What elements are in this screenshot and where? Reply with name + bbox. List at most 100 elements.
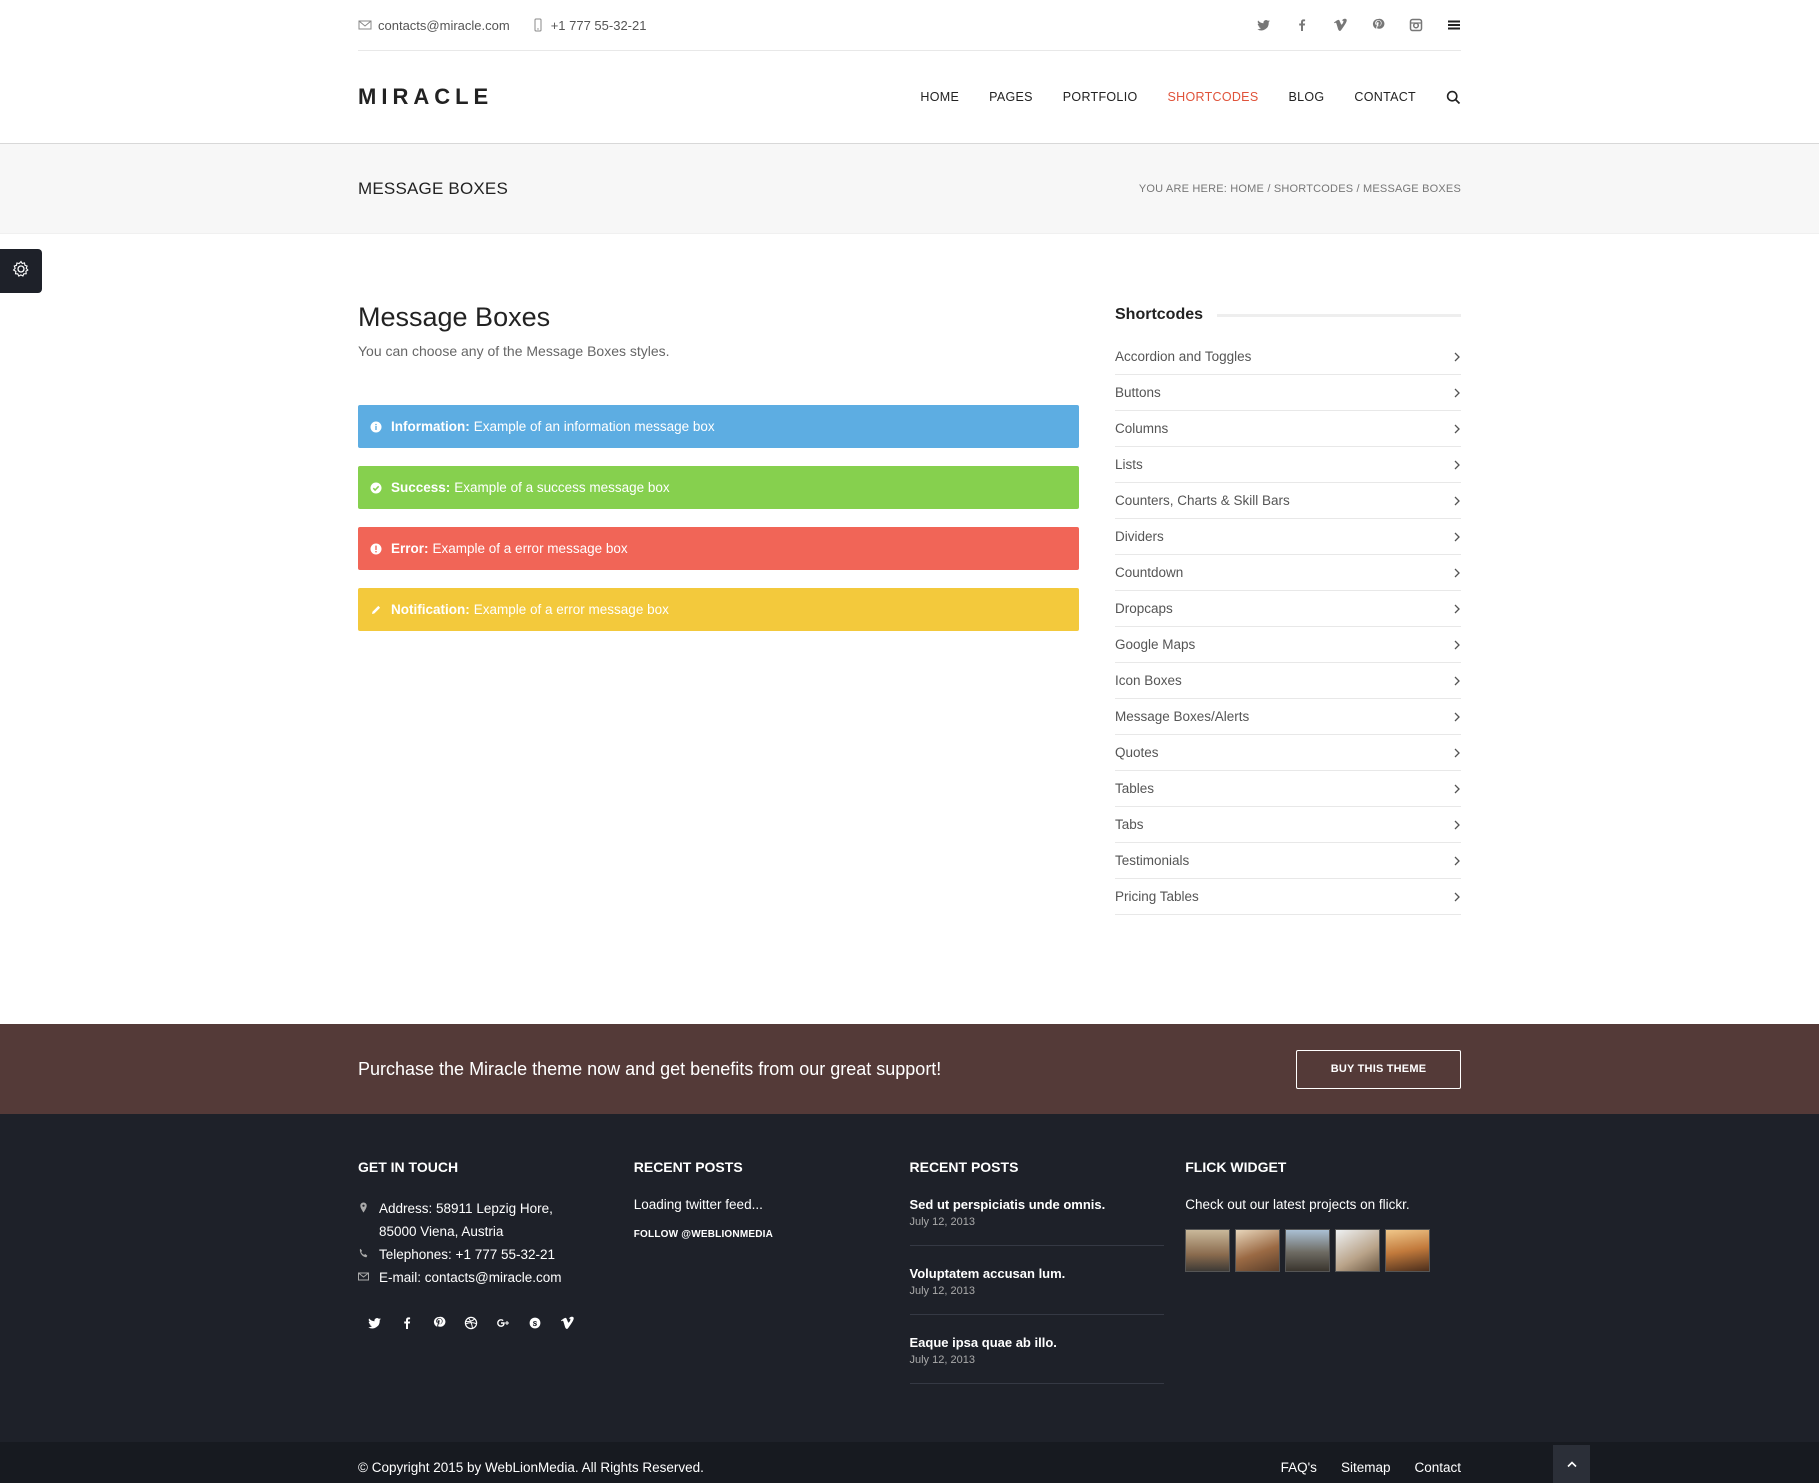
sidebar-link[interactable]: Dividers — [1115, 519, 1461, 555]
post-item[interactable]: Voluptatem accusan lum. July 12, 2013 — [909, 1266, 1164, 1315]
error-icon — [370, 543, 382, 555]
nav-home[interactable]: HOME — [920, 90, 959, 104]
chevron-right-icon — [1453, 676, 1461, 686]
flickr-thumbnail[interactable] — [1235, 1229, 1281, 1272]
sidebar-link[interactable]: Dropcaps — [1115, 591, 1461, 627]
sidebar-link-label: Dividers — [1115, 529, 1164, 544]
chevron-right-icon — [1453, 640, 1461, 650]
flickr-thumbnail[interactable] — [1185, 1229, 1231, 1272]
sidebar-link[interactable]: Message Boxes/Alerts — [1115, 699, 1461, 735]
flickr-thumbnail[interactable] — [1335, 1229, 1381, 1272]
chevron-right-icon — [1453, 604, 1461, 614]
content-area: Message Boxes You can choose any of the … — [358, 302, 1079, 1024]
twitter-icon[interactable] — [368, 1316, 382, 1330]
sidebar-link[interactable]: Buttons — [1115, 375, 1461, 411]
nav-blog[interactable]: BLOG — [1288, 90, 1324, 104]
post-title[interactable]: Voluptatem accusan lum. — [910, 1266, 1164, 1281]
post-item[interactable]: Eaque ipsa quae ab illo. July 12, 2013 — [909, 1335, 1164, 1384]
footer-flickr: FLICK WIDGET Check out our latest projec… — [1185, 1159, 1461, 1404]
chevron-right-icon — [1453, 424, 1461, 434]
top-email[interactable]: contacts@miracle.com — [378, 18, 510, 33]
search-icon[interactable] — [1446, 90, 1461, 105]
footer-email[interactable]: E-mail: contacts@miracle.com — [379, 1266, 562, 1289]
page-title: MESSAGE BOXES — [358, 179, 508, 198]
envelope-icon — [358, 18, 372, 32]
notification-label: Notification: — [391, 602, 470, 617]
sidebar-link[interactable]: Tabs — [1115, 807, 1461, 843]
sidebar-link-label: Message Boxes/Alerts — [1115, 709, 1250, 724]
twitter-feed-status: Loading twitter feed... — [633, 1197, 763, 1212]
follow-link[interactable]: FOLLOW @WEBLIONMEDIA — [634, 1229, 910, 1240]
contact-link[interactable]: Contact — [1414, 1460, 1461, 1475]
footer-phone: Telephones: +1 777 55-32-21 — [379, 1247, 556, 1262]
post-date: July 12, 2013 — [909, 1285, 975, 1297]
flickr-thumbnails — [1185, 1229, 1461, 1272]
sitemap-link[interactable]: Sitemap — [1341, 1460, 1391, 1475]
skype-icon[interactable] — [528, 1316, 542, 1330]
notification-message-box: Notification: Example of a error message… — [358, 588, 1079, 631]
sidebar-link-label: Icon Boxes — [1115, 673, 1182, 688]
error-label: Error: — [391, 541, 429, 556]
chevron-right-icon — [1453, 892, 1461, 902]
sidebar-link[interactable]: Columns — [1115, 411, 1461, 447]
logo[interactable]: MIRACLE — [358, 84, 493, 110]
shortcodes-list: Accordion and Toggles Buttons Columns Lists… — [1115, 339, 1461, 915]
sidebar-link-label: Buttons — [1115, 385, 1161, 400]
sidebar-link[interactable]: Pricing Tables — [1115, 879, 1461, 915]
sidebar-link-label: Google Maps — [1115, 637, 1196, 652]
top-bar: contacts@miracle.com +1 777 55-32-21 — [0, 0, 1819, 51]
breadcrumb[interactable]: YOU ARE HERE: HOME / SHORTCODES / MESSAG… — [1139, 183, 1461, 195]
chevron-right-icon — [1453, 820, 1461, 830]
success-label: Success: — [391, 480, 451, 495]
nav-portfolio[interactable]: PORTFOLIO — [1063, 90, 1138, 104]
google-plus-icon[interactable] — [496, 1316, 510, 1330]
address-line-2: 85000 Viena, Austria — [379, 1224, 504, 1239]
pinterest-icon[interactable] — [1371, 18, 1385, 32]
flickr-thumbnail[interactable] — [1285, 1229, 1331, 1272]
chevron-right-icon — [1453, 352, 1461, 362]
post-item[interactable]: Sed ut perspiciatis unde omnis. July 12,… — [909, 1197, 1164, 1246]
success-text: Example of a success message box — [454, 480, 670, 495]
pinterest-icon[interactable] — [432, 1316, 446, 1330]
sidebar-link[interactable]: Counters, Charts & Skill Bars — [1115, 483, 1461, 519]
sidebar-link[interactable]: Google Maps — [1115, 627, 1461, 663]
sidebar-link[interactable]: Testimonials — [1115, 843, 1461, 879]
chevron-right-icon — [1453, 532, 1461, 542]
bottom-bar: © Copyright 2015 by WebLionMedia. All Ri… — [0, 1442, 1819, 1483]
info-text: Example of an information message box — [473, 419, 715, 434]
faq-link[interactable]: FAQ's — [1281, 1460, 1317, 1475]
post-title[interactable]: Eaque ipsa quae ab illo. — [910, 1335, 1164, 1350]
style-switcher-toggle[interactable] — [0, 249, 42, 293]
vimeo-icon[interactable] — [560, 1316, 574, 1330]
success-message-box: Success: Example of a success message bo… — [358, 466, 1079, 509]
menu-icon[interactable] — [1447, 18, 1461, 32]
back-to-top-button[interactable] — [1553, 1445, 1590, 1483]
page-title-bar: MESSAGE BOXES YOU ARE HERE: HOME / SHORT… — [0, 144, 1819, 234]
facebook-icon[interactable] — [1295, 18, 1309, 32]
post-title[interactable]: Sed ut perspiciatis unde omnis. — [910, 1197, 1164, 1212]
purchase-banner: Purchase the Miracle theme now and get b… — [0, 1024, 1819, 1114]
sidebar-link[interactable]: Lists — [1115, 447, 1461, 483]
check-icon — [370, 482, 382, 494]
sidebar-link[interactable]: Icon Boxes — [1115, 663, 1461, 699]
nav-shortcodes[interactable]: SHORTCODES — [1167, 90, 1258, 104]
flickr-thumbnail[interactable] — [1385, 1229, 1431, 1272]
post-date: July 12, 2013 — [909, 1354, 975, 1366]
nav-contact[interactable]: CONTACT — [1354, 90, 1416, 104]
sidebar-link[interactable]: Quotes — [1115, 735, 1461, 771]
vimeo-icon[interactable] — [1333, 18, 1347, 32]
chevron-right-icon — [1453, 496, 1461, 506]
facebook-icon[interactable] — [400, 1316, 414, 1330]
sidebar-link[interactable]: Countdown — [1115, 555, 1461, 591]
buy-theme-button[interactable]: BUY THIS THEME — [1296, 1049, 1461, 1089]
sidebar-link-label: Countdown — [1115, 565, 1184, 580]
info-label: Information: — [391, 419, 470, 434]
purchase-text: Purchase the Miracle theme now and get b… — [358, 1058, 942, 1079]
nav-pages[interactable]: PAGES — [989, 90, 1033, 104]
header: MIRACLE HOME PAGES PORTFOLIO SHORTCODES … — [0, 51, 1819, 144]
twitter-icon[interactable] — [1257, 18, 1271, 32]
dribbble-icon[interactable] — [464, 1316, 478, 1330]
instagram-icon[interactable] — [1409, 18, 1423, 32]
sidebar-link[interactable]: Accordion and Toggles — [1115, 339, 1461, 375]
sidebar-link[interactable]: Tables — [1115, 771, 1461, 807]
